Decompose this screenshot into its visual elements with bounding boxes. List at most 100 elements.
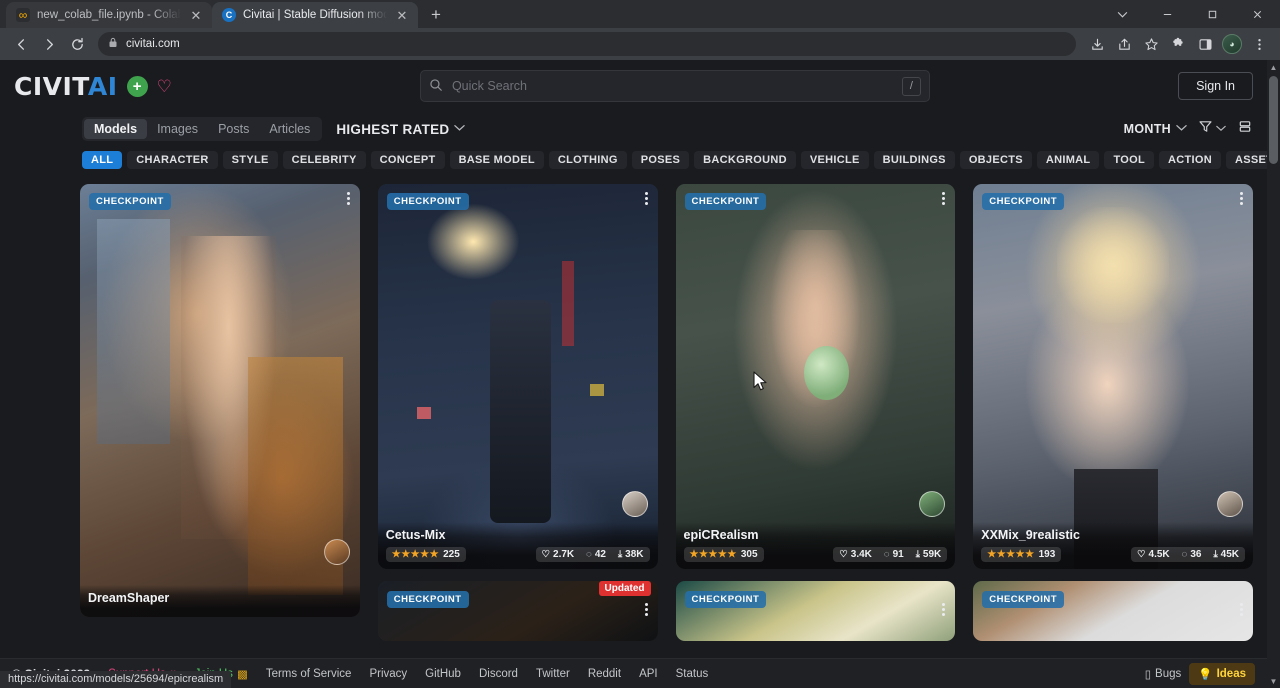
more-options-icon[interactable] [1240, 192, 1243, 205]
category-clothing[interactable]: CLOTHING [549, 151, 627, 169]
search-area: Quick Search / [184, 70, 1166, 102]
browser-tab-colab[interactable]: ∞ new_colab_file.ipynb - Colaborat ✕ [6, 2, 212, 28]
scrollbar-thumb[interactable] [1269, 76, 1278, 164]
creator-avatar[interactable] [622, 491, 648, 517]
downloads-count: 45K [1221, 549, 1239, 560]
bugs-button[interactable]: ▯ Bugs [1145, 667, 1182, 681]
category-concept[interactable]: CONCEPT [371, 151, 445, 169]
category-action[interactable]: ACTION [1159, 151, 1221, 169]
footer-link-github[interactable]: GitHub [425, 668, 461, 680]
ideas-button[interactable]: 💡 Ideas [1189, 663, 1255, 685]
category-poses[interactable]: POSES [632, 151, 689, 169]
heart-icon[interactable]: ♡ [157, 78, 172, 95]
card-type-badge: CHECKPOINT [685, 591, 767, 608]
model-card-cetus-mix[interactable]: CHECKPOINT Cetus-Mix ★★★★★ 225 [378, 184, 658, 569]
model-card-row2-3[interactable]: CHECKPOINT [973, 581, 1253, 641]
tab-images[interactable]: Images [147, 119, 208, 139]
model-card-epicrealism[interactable]: CHECKPOINT epiCRealism ★★★★★ 305 [676, 184, 956, 569]
tab-posts[interactable]: Posts [208, 119, 259, 139]
footer-link-reddit[interactable]: Reddit [588, 668, 621, 680]
period-value: MONTH [1124, 122, 1171, 136]
site-logo[interactable]: CIVITAI + ♡ [14, 72, 172, 101]
tab-articles[interactable]: Articles [259, 119, 320, 139]
star-icon[interactable] [1138, 31, 1164, 57]
likes-count: 4.5K [1149, 549, 1170, 560]
card-artwork [378, 184, 658, 569]
category-style[interactable]: STYLE [223, 151, 278, 169]
creator-avatar[interactable] [324, 539, 350, 565]
more-options-icon[interactable] [1240, 603, 1243, 616]
model-card-xxmix-9realistic[interactable]: CHECKPOINT XXMix_9realistic ★★★★★ 193 [973, 184, 1253, 569]
more-options-icon[interactable] [942, 192, 945, 205]
category-all[interactable]: ALL [82, 151, 122, 169]
model-card-row2-1[interactable]: CHECKPOINT Updated [378, 581, 658, 641]
tab-models[interactable]: Models [84, 119, 147, 139]
share-icon[interactable] [1111, 31, 1137, 57]
page-scrollbar[interactable]: ▲ ▼ [1267, 60, 1280, 688]
close-tab-icon[interactable]: ✕ [188, 7, 204, 23]
scroll-down-icon[interactable]: ▼ [1267, 674, 1280, 688]
browser-window: ∞ new_colab_file.ipynb - Colaborat ✕ C C… [0, 0, 1280, 688]
category-tool[interactable]: TOOL [1104, 151, 1154, 169]
more-options-icon[interactable] [645, 192, 648, 205]
layout-toggle-icon[interactable] [1237, 119, 1253, 139]
category-animal[interactable]: ANIMAL [1037, 151, 1100, 169]
more-options-icon[interactable] [347, 192, 350, 205]
footer-link-privacy[interactable]: Privacy [369, 668, 407, 680]
card-footer: Cetus-Mix ★★★★★ 225 ♡2.7K ◌42 [378, 522, 658, 569]
search-input[interactable]: Quick Search / [420, 70, 930, 102]
category-objects[interactable]: OBJECTS [960, 151, 1032, 169]
sort-dropdown[interactable]: HIGHEST RATED [336, 122, 465, 137]
three-dot-menu[interactable] [1246, 31, 1272, 57]
footer-link-terms[interactable]: Terms of Service [266, 668, 352, 680]
colab-icon: ∞ [16, 8, 30, 22]
more-options-icon[interactable] [645, 603, 648, 616]
profile-avatar[interactable]: ◕ [1219, 31, 1245, 57]
category-character[interactable]: CHARACTER [127, 151, 217, 169]
period-dropdown[interactable]: MONTH [1124, 122, 1187, 136]
model-grid: CHECKPOINT DreamShaper [0, 174, 1267, 658]
category-buildings[interactable]: BUILDINGS [874, 151, 955, 169]
browser-tab-civitai[interactable]: C Civitai | Stable Diffusion models, ✕ [212, 2, 418, 28]
new-tab-button[interactable]: + [422, 2, 450, 28]
engagement-pills: ♡4.5K ◌36 ⤓45K [1131, 547, 1245, 562]
back-icon[interactable] [8, 31, 34, 57]
add-content-button[interactable]: + [127, 76, 148, 97]
category-background[interactable]: BACKGROUND [694, 151, 796, 169]
scroll-up-icon[interactable]: ▲ [1267, 60, 1280, 74]
more-options-icon[interactable] [942, 603, 945, 616]
install-icon[interactable] [1084, 31, 1110, 57]
card-artwork [973, 184, 1253, 569]
puzzle-icon[interactable] [1165, 31, 1191, 57]
card-artwork [80, 184, 360, 617]
filter-button[interactable] [1198, 119, 1226, 139]
maximize-icon[interactable] [1190, 0, 1235, 28]
side-panel-icon[interactable] [1192, 31, 1218, 57]
grid-column-3: CHECKPOINT epiCRealism ★★★★★ 305 [676, 184, 956, 641]
creator-avatar[interactable] [1217, 491, 1243, 517]
footer-link-discord[interactable]: Discord [479, 668, 518, 680]
card-title: epiCRealism [684, 528, 948, 542]
sign-in-button[interactable]: Sign In [1178, 72, 1253, 100]
forward-icon[interactable] [36, 31, 62, 57]
content-type-tabs: Models Images Posts Articles [82, 117, 322, 141]
tab-search-icon[interactable] [1100, 0, 1145, 28]
address-bar[interactable]: civitai.com [98, 32, 1076, 56]
minimize-icon[interactable] [1145, 0, 1190, 28]
category-vehicle[interactable]: VEHICLE [801, 151, 869, 169]
card-footer: epiCRealism ★★★★★ 305 ♡3.4K ◌91 [676, 522, 956, 569]
site-header: CIVITAI + ♡ Quick Search / Sign In [0, 60, 1267, 112]
footer-link-status[interactable]: Status [676, 668, 709, 680]
card-type-badge: CHECKPOINT [982, 591, 1064, 608]
download-icon: ⤓ [618, 549, 622, 560]
model-card-row2-2[interactable]: CHECKPOINT [676, 581, 956, 641]
category-assets[interactable]: ASSETS › [1226, 151, 1267, 169]
reload-icon[interactable] [64, 31, 90, 57]
category-base-model[interactable]: BASE MODEL [450, 151, 544, 169]
model-card-dreamshaper[interactable]: CHECKPOINT DreamShaper [80, 184, 360, 617]
category-celebrity[interactable]: CELEBRITY [283, 151, 366, 169]
close-window-icon[interactable] [1235, 0, 1280, 28]
footer-link-twitter[interactable]: Twitter [536, 668, 570, 680]
close-tab-icon[interactable]: ✕ [394, 7, 410, 23]
footer-link-api[interactable]: API [639, 668, 658, 680]
